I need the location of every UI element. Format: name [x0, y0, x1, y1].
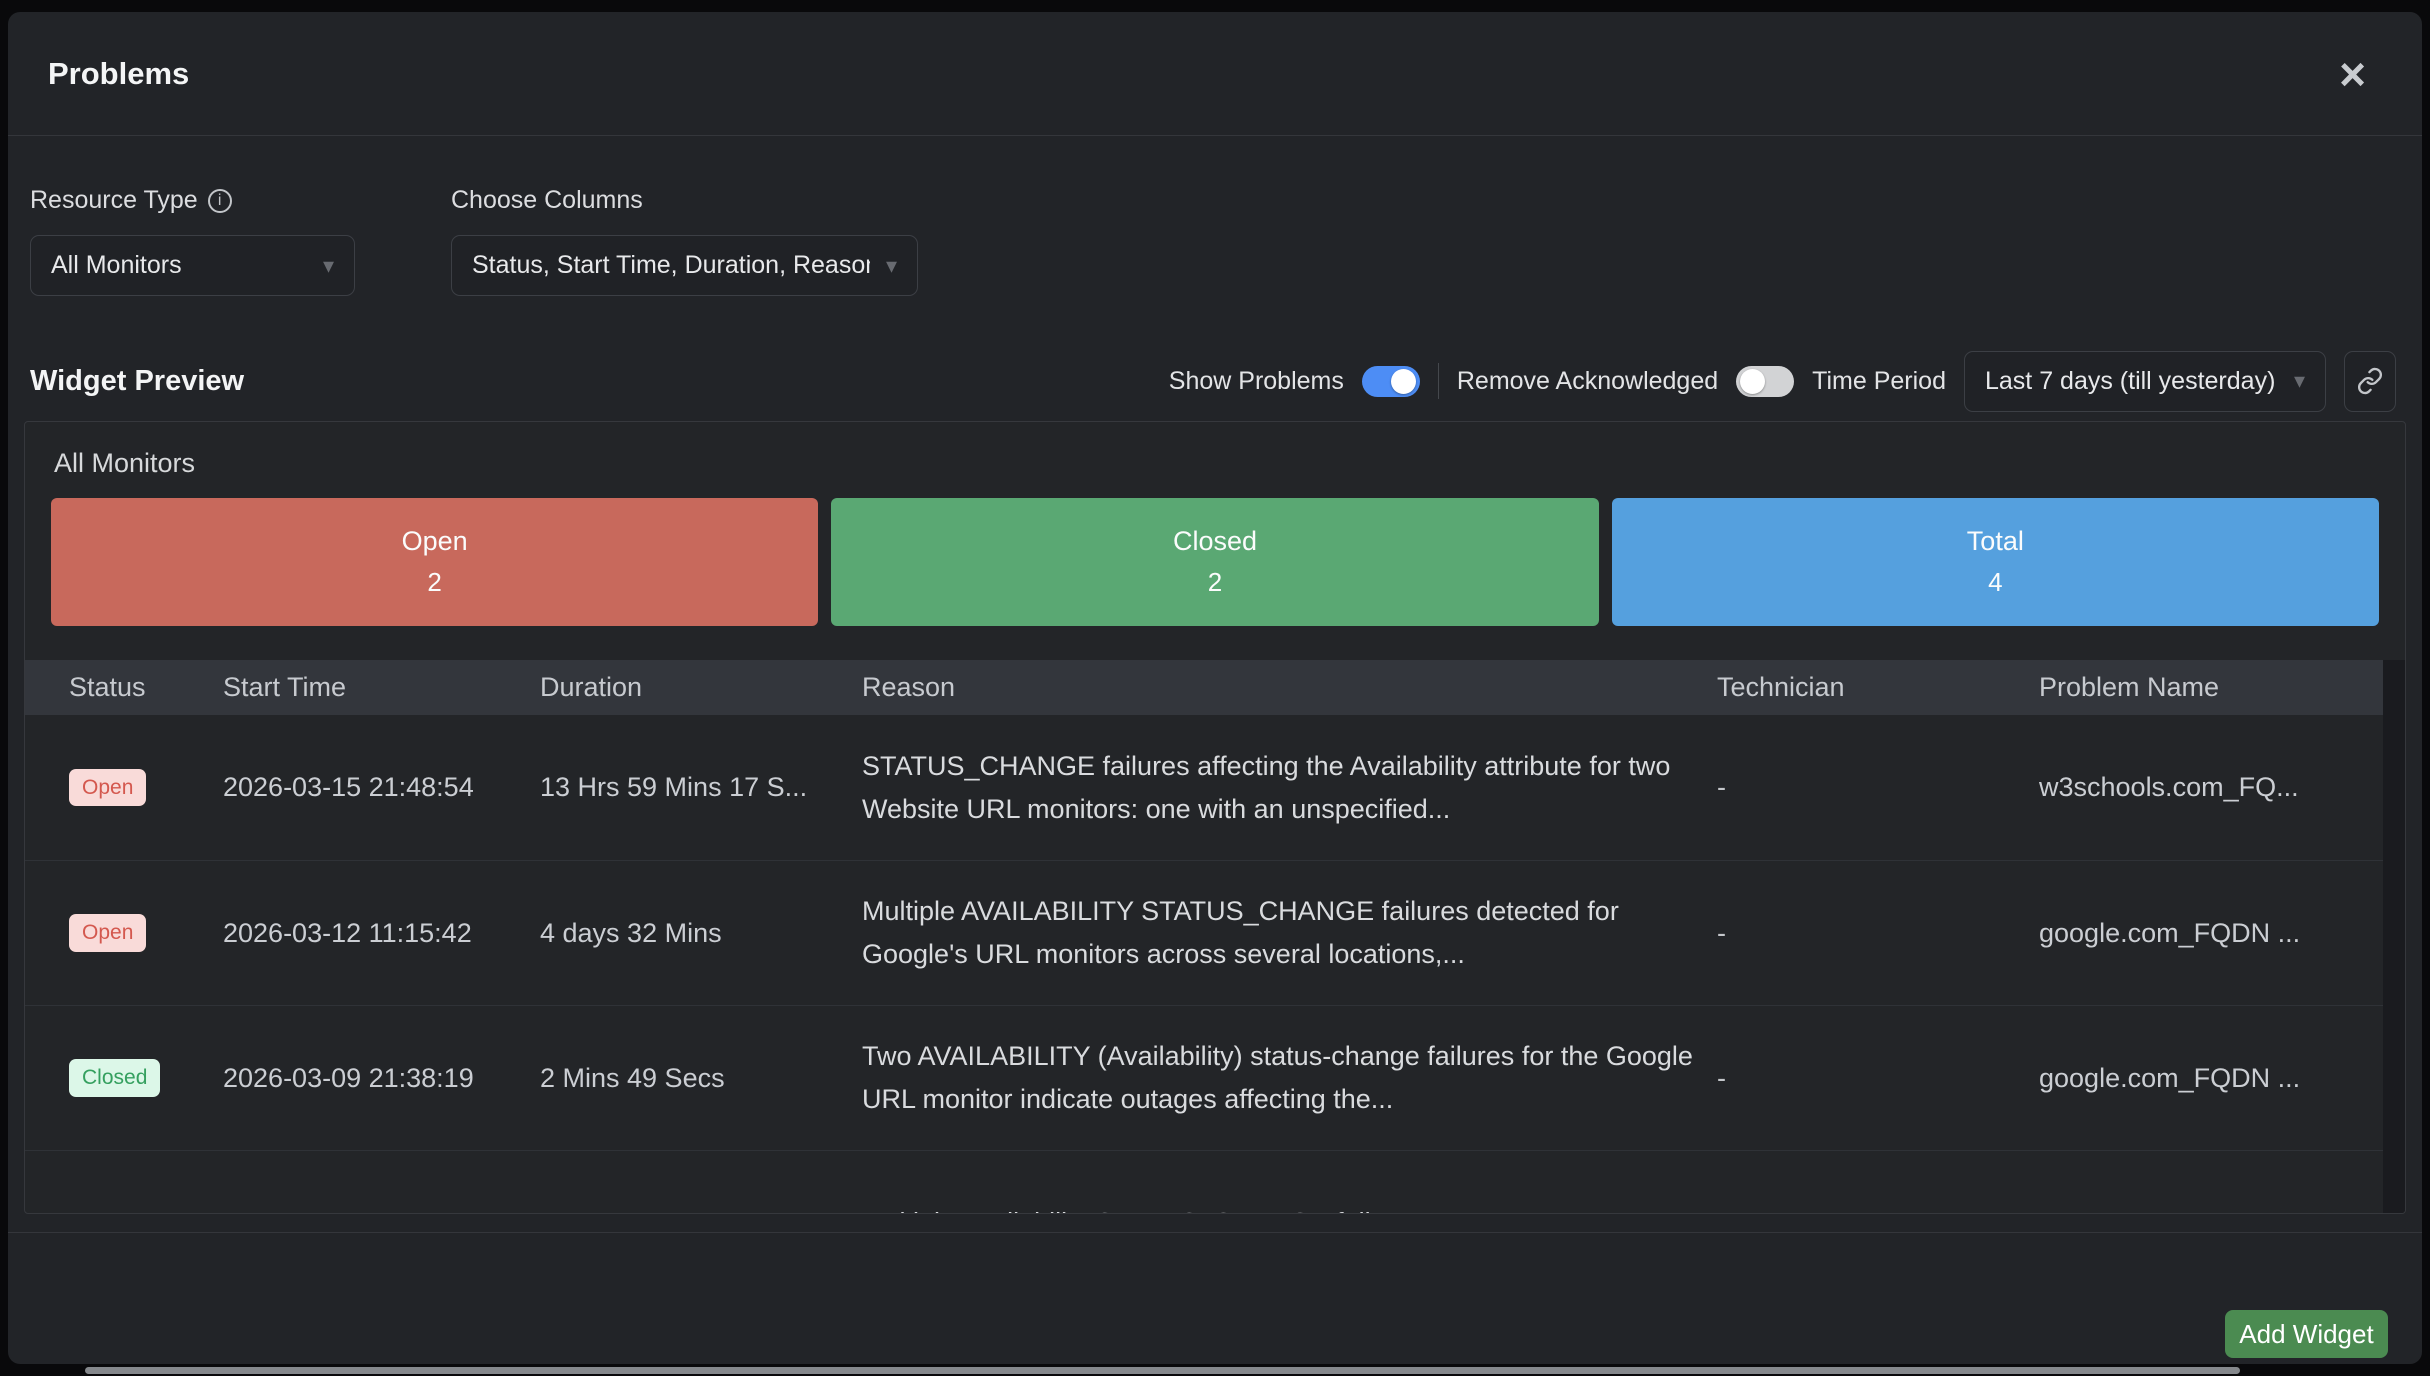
technician-cell: - [1717, 1006, 2017, 1150]
remove-acknowledged-toggle[interactable] [1736, 366, 1794, 397]
filters-section: Resource Type i All Monitors ▾ Choose Co… [30, 186, 918, 296]
column-header-duration: Duration [540, 660, 642, 715]
dialog-title: Problems [48, 56, 189, 92]
background-page-edge [85, 1367, 2240, 1374]
footer-divider [8, 1232, 2422, 1233]
choose-columns-label: Choose Columns [451, 186, 643, 215]
resource-type-group: Resource Type i All Monitors ▾ [30, 186, 355, 296]
column-header-technician: Technician [1717, 660, 1845, 715]
close-icon: × [2339, 48, 2366, 100]
choose-columns-select[interactable]: Status, Start Time, Duration, Reason, T.… [451, 235, 918, 296]
widget-preview-header: Widget Preview Show Problems Remove Ackn… [30, 348, 2396, 414]
problem-name-cell: w3schools.com_FQ... [2039, 715, 2404, 860]
total-summary-card[interactable]: Total 4 [1612, 498, 2379, 626]
section-title: Widget Preview [30, 365, 244, 398]
remove-acknowledged-label: Remove Acknowledged [1457, 367, 1718, 396]
info-icon[interactable]: i [208, 189, 232, 213]
show-problems-label: Show Problems [1169, 367, 1344, 396]
choose-columns-value: Status, Start Time, Duration, Reason, T.… [472, 251, 870, 280]
start-time-cell: 2026-03-15 21:48:54 [223, 715, 533, 860]
column-header-reason: Reason [862, 660, 955, 715]
card-label: Open [402, 526, 468, 557]
chevron-down-icon: ▾ [323, 253, 334, 279]
card-count: 2 [1208, 567, 1222, 598]
start-time-cell: 2026-03-09 21:38:19 [223, 1006, 533, 1150]
technician-cell: - [1717, 861, 2017, 1005]
screen-background: Problems × Resource Type i All Monitors … [0, 0, 2430, 1376]
widget-preview-panel: All Monitors Open 2 Closed 2 Total 4 Sta… [24, 421, 2406, 1214]
link-icon [2356, 367, 2384, 395]
table-scrollbar[interactable] [2383, 660, 2405, 1213]
problems-dialog: Problems × Resource Type i All Monitors … [8, 12, 2422, 1364]
reason-cell: Multiple AVAILABILITY STATUS_CHANGE fail… [862, 890, 1702, 976]
add-widget-button[interactable]: Add Widget [2225, 1310, 2388, 1358]
close-button[interactable]: × [2339, 51, 2366, 97]
duration-cell: 4 days 32 Mins [540, 861, 855, 1005]
table-row[interactable]: Open 2026-03-15 21:48:54 13 Hrs 59 Mins … [25, 715, 2405, 860]
reason-cell: STATUS_CHANGE failures affecting the Ava… [862, 745, 1702, 831]
column-header-start-time: Start Time [223, 660, 346, 715]
choose-columns-group: Choose Columns Status, Start Time, Durat… [451, 186, 918, 296]
card-count: 4 [1988, 567, 2002, 598]
table-row[interactable]: Open 2026-03-12 11:15:42 4 days 32 Mins … [25, 860, 2405, 1005]
divider [1438, 363, 1439, 399]
duration-cell: 13 Hrs 59 Mins 17 S... [540, 715, 855, 860]
duration-cell: 2 Mins 49 Secs [540, 1006, 855, 1150]
time-period-select[interactable]: Last 7 days (till yesterday) ▾ [1964, 351, 2326, 412]
start-time-cell: 2026-03-12 11:15:42 [223, 861, 533, 1005]
card-label: Total [1967, 526, 2024, 557]
problem-name-cell: google.com_FQDN ... [2039, 861, 2404, 1005]
table-row[interactable]: Multiple Availability STATUS_CHANGE fail… [25, 1150, 2405, 1214]
card-label: Closed [1173, 526, 1257, 557]
card-count: 2 [427, 567, 441, 598]
widget-title: All Monitors [54, 448, 195, 479]
column-header-status: Status [69, 660, 146, 715]
dialog-header: Problems × [8, 12, 2422, 136]
summary-cards: Open 2 Closed 2 Total 4 [51, 498, 2379, 626]
status-badge: Open [69, 914, 146, 951]
table-row[interactable]: Closed 2026-03-09 21:38:19 2 Mins 49 Sec… [25, 1005, 2405, 1150]
reason-cell: Two AVAILABILITY (Availability) status-c… [862, 1035, 1702, 1121]
open-summary-card[interactable]: Open 2 [51, 498, 818, 626]
copy-link-button[interactable] [2344, 351, 2396, 412]
reason-cell: Multiple Availability STATUS_CHANGE fail… [862, 1202, 1702, 1215]
status-badge: Open [69, 769, 146, 806]
closed-summary-card[interactable]: Closed 2 [831, 498, 1598, 626]
table-header: Status Start Time Duration Reason Techni… [25, 660, 2405, 715]
resource-type-label: Resource Type [30, 186, 198, 215]
show-problems-toggle[interactable] [1362, 366, 1420, 397]
resource-type-select[interactable]: All Monitors ▾ [30, 235, 355, 296]
status-badge: Closed [69, 1059, 160, 1096]
resource-type-value: All Monitors [51, 251, 182, 280]
chevron-down-icon: ▾ [886, 253, 897, 279]
toggle-knob [1391, 369, 1416, 394]
time-period-label: Time Period [1812, 367, 1946, 396]
problem-name-cell: google.com_FQDN ... [2039, 1006, 2404, 1150]
chevron-down-icon: ▾ [2294, 368, 2305, 394]
technician-cell: - [1717, 715, 2017, 860]
preview-controls: Show Problems Remove Acknowledged Time P… [1169, 351, 2396, 412]
toggle-knob [1740, 369, 1765, 394]
column-header-problem-name: Problem Name [2039, 660, 2219, 715]
time-period-value: Last 7 days (till yesterday) [1985, 367, 2275, 396]
